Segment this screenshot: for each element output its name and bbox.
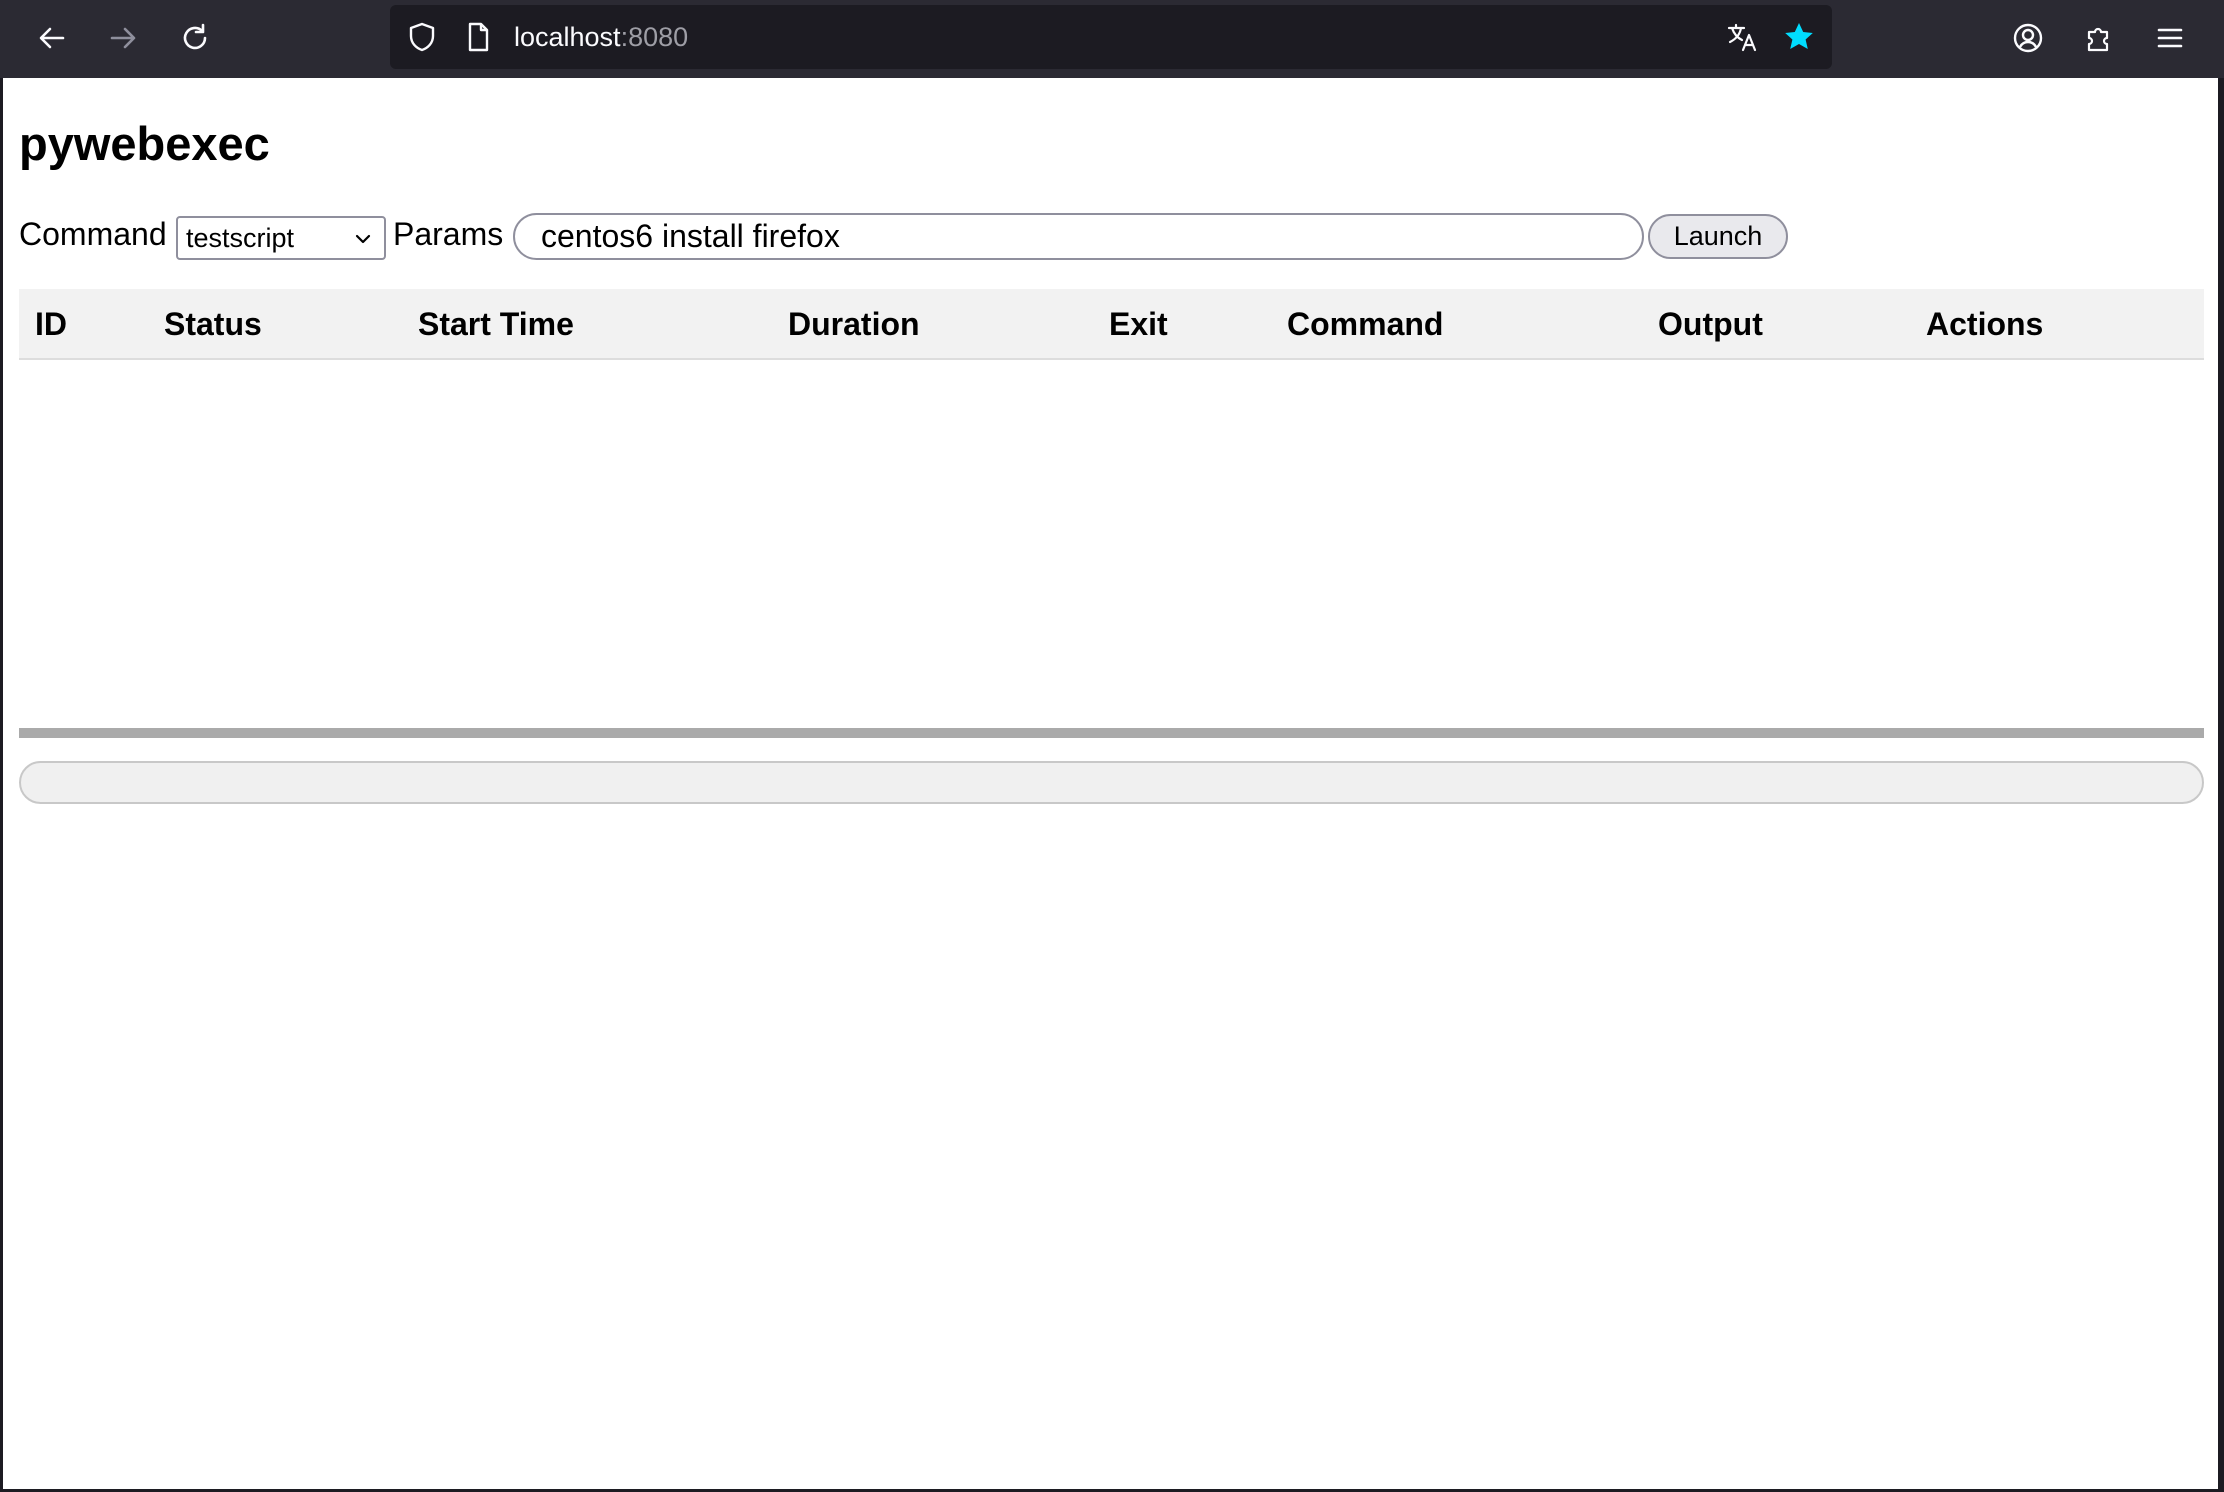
account-icon xyxy=(2013,23,2043,53)
column-header-command[interactable]: Command xyxy=(1287,289,1443,360)
page-title: pywebexec xyxy=(19,117,270,170)
command-select[interactable]: testscript xyxy=(176,216,386,260)
hamburger-menu-icon xyxy=(2157,28,2183,48)
url-text[interactable]: localhost:8080 xyxy=(514,5,688,69)
chevron-down-icon xyxy=(355,234,371,244)
column-header-status[interactable]: Status xyxy=(164,289,262,360)
column-header-output[interactable]: Output xyxy=(1658,289,1763,360)
panel-resize-handle[interactable] xyxy=(19,728,2204,738)
url-host: localhost xyxy=(514,22,621,52)
url-port: :8080 xyxy=(620,22,689,52)
translate-icon[interactable] xyxy=(1726,21,1758,53)
launch-button[interactable]: Launch xyxy=(1648,214,1788,259)
command-label: Command xyxy=(19,216,167,252)
page-icon[interactable] xyxy=(462,21,494,53)
browser-toolbar: localhost:8080 xyxy=(0,0,2224,78)
back-button[interactable] xyxy=(28,14,76,62)
shield-icon[interactable] xyxy=(406,21,438,53)
url-bar[interactable]: localhost:8080 xyxy=(390,5,1832,69)
column-header-id[interactable]: ID xyxy=(35,289,67,360)
forward-button[interactable] xyxy=(99,14,147,62)
command-selected-value: testscript xyxy=(186,223,295,253)
params-input[interactable]: centos6 install firefox xyxy=(513,213,1644,260)
arrow-left-icon xyxy=(39,27,65,49)
reload-button[interactable] xyxy=(171,14,219,62)
bookmark-star-icon[interactable] xyxy=(1783,21,1815,53)
reload-icon xyxy=(183,23,207,50)
menu-button[interactable] xyxy=(2147,15,2193,61)
extensions-button[interactable] xyxy=(2076,15,2122,61)
output-search-input[interactable] xyxy=(19,761,2204,804)
column-header-exit[interactable]: Exit xyxy=(1109,289,1168,360)
page-content: pywebexec Command testscript Params cent… xyxy=(3,78,2218,1489)
account-button[interactable] xyxy=(2005,15,2051,61)
column-header-actions[interactable]: Actions xyxy=(1926,289,2043,360)
process-table-header: ID Status Start Time Duration Exit Comma… xyxy=(19,289,2204,360)
puzzle-piece-icon xyxy=(2087,27,2109,52)
column-header-duration[interactable]: Duration xyxy=(788,289,920,360)
column-header-start-time[interactable]: Start Time xyxy=(418,289,574,360)
arrow-right-icon xyxy=(110,27,136,49)
params-label: Params xyxy=(393,216,504,252)
